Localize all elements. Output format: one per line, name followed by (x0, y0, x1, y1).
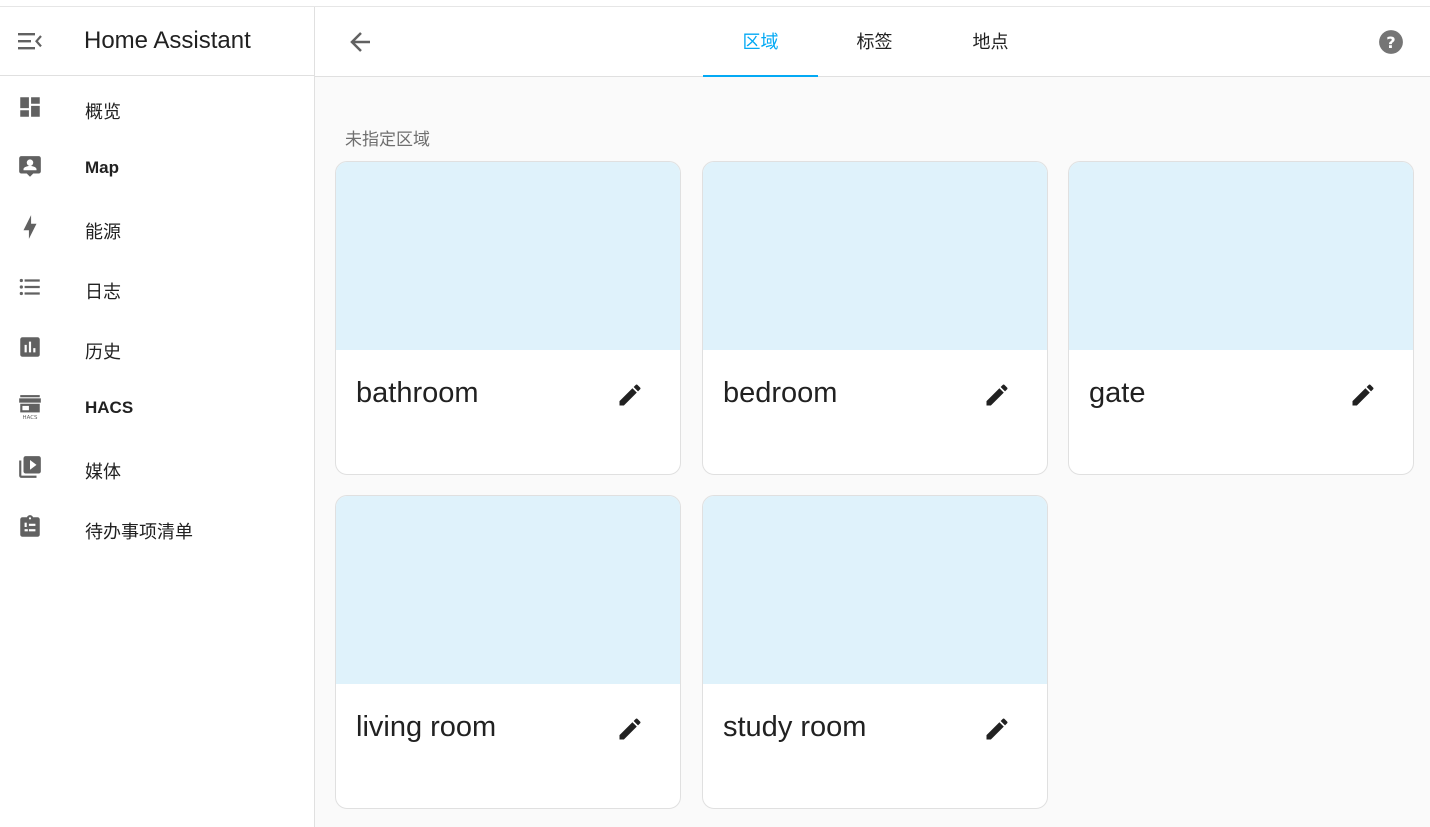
dashboard-icon (20, 97, 40, 117)
sidebar-item-hacs[interactable]: HACS HACS (0, 376, 314, 436)
top-toolbar: 区域 标签 地点 ? (315, 7, 1430, 77)
sidebar-item-label: 历史 (85, 342, 121, 362)
svg-text:?: ? (1386, 33, 1395, 52)
area-card-name: bathroom (356, 377, 479, 409)
tab-areas[interactable]: 区域 (703, 7, 818, 77)
sidebar-item-map[interactable]: Map (0, 136, 314, 196)
area-card[interactable]: living room (335, 495, 681, 809)
chart-box-icon (20, 337, 40, 357)
area-card-name: living room (356, 711, 497, 743)
format-list-bulleted-icon (19, 278, 40, 296)
area-card-image (336, 496, 680, 684)
sidebar-item-todo[interactable]: 待办事项清单 (0, 496, 314, 556)
sidebar-item-energy[interactable]: 能源 (0, 196, 314, 256)
sidebar-item-overview[interactable]: 概览 (0, 76, 314, 136)
sidebar-header: Home Assistant (0, 7, 314, 76)
hacs-store-icon: HACS (19, 395, 41, 420)
sidebar-item-logbook[interactable]: 日志 (0, 256, 314, 316)
area-card[interactable]: gate (1068, 161, 1414, 475)
tab-zones[interactable]: 地点 (933, 7, 1048, 77)
svg-text:HACS: HACS (23, 415, 38, 420)
section-title: 未指定区域 (345, 130, 430, 149)
arrow-left-icon[interactable] (345, 27, 375, 57)
pencil-icon[interactable] (616, 715, 644, 743)
sidebar-item-label: 待办事项清单 (85, 522, 193, 542)
sidebar-item-label: 能源 (85, 222, 121, 242)
app-title: Home Assistant (84, 27, 251, 54)
sidebar-nav: 概览 Map 能源 日志 历史 HACS HACS 媒体 待办事项清单 (0, 76, 314, 556)
sidebar-item-label: 日志 (85, 282, 121, 302)
pencil-icon[interactable] (983, 715, 1011, 743)
area-card-image (1069, 162, 1413, 350)
main-content: 未指定区域 bathroom bedroom gate living room (315, 77, 1430, 827)
sidebar-item-label: 媒体 (85, 462, 121, 482)
area-card[interactable]: study room (702, 495, 1048, 809)
area-card-name: bedroom (723, 377, 838, 409)
area-card-image (703, 162, 1047, 350)
sidebar-item-media[interactable]: 媒体 (0, 436, 314, 496)
pencil-icon[interactable] (983, 381, 1011, 409)
play-box-multiple-icon (19, 456, 41, 478)
app-root: Home Assistant 概览 Map 能源 日志 历史 HACS HACS… (0, 0, 1430, 827)
clipboard-list-icon (20, 515, 40, 537)
area-card-image (703, 496, 1047, 684)
area-card-name: study room (723, 711, 867, 743)
area-card-name: gate (1089, 377, 1146, 409)
lightning-bolt-icon (23, 215, 37, 239)
sidebar: Home Assistant 概览 Map 能源 日志 历史 HACS HACS… (0, 7, 315, 827)
area-card-image (336, 162, 680, 350)
sidebar-item-history[interactable]: 历史 (0, 316, 314, 376)
area-card[interactable]: bedroom (702, 161, 1048, 475)
menu-collapse-icon[interactable] (16, 29, 44, 53)
sidebar-item-label: Map (85, 158, 119, 177)
sidebar-item-label: 概览 (85, 102, 121, 122)
area-card[interactable]: bathroom (335, 161, 681, 475)
pencil-icon[interactable] (616, 381, 644, 409)
tab-labels[interactable]: 标签 (817, 7, 932, 77)
help-circle-icon[interactable]: ? (1378, 29, 1404, 55)
sidebar-item-label: HACS (85, 398, 134, 417)
pencil-icon[interactable] (1349, 381, 1377, 409)
map-account-icon (19, 156, 41, 177)
